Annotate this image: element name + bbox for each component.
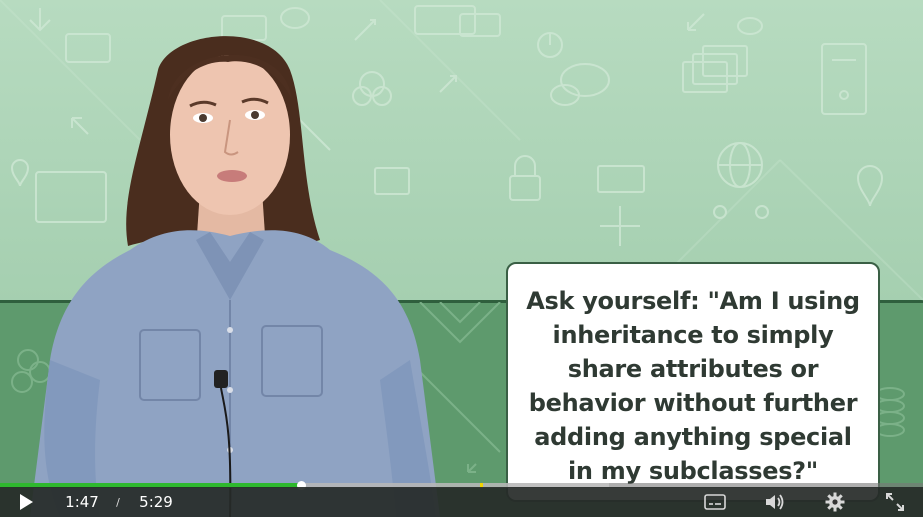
volume-icon xyxy=(766,494,784,510)
duration: 5:29 xyxy=(139,493,173,511)
play-button[interactable] xyxy=(10,487,42,517)
quote-line-1: Ask yourself: "Am I using xyxy=(526,287,860,315)
current-time-wrap: 1:47 xyxy=(62,487,102,517)
control-bar: 1:47 / 5:29 xyxy=(0,487,923,517)
captions-icon xyxy=(704,494,726,510)
quote-line-5: adding anything special xyxy=(534,423,852,451)
current-time: 1:47 xyxy=(65,493,99,511)
fullscreen-button[interactable] xyxy=(880,487,910,517)
play-icon xyxy=(20,494,33,510)
captions-button[interactable] xyxy=(700,487,730,517)
quote-card: Ask yourself: "Am I using inheritance to… xyxy=(506,262,880,502)
time-separator: / xyxy=(116,495,120,509)
duration-wrap: 5:29 xyxy=(136,487,176,517)
quote-line-4: behavior without further xyxy=(528,389,858,417)
gear-icon xyxy=(825,492,845,512)
settings-button[interactable] xyxy=(820,487,850,517)
fullscreen-icon xyxy=(886,493,904,511)
time-separator-wrap: / xyxy=(112,487,124,517)
video-player[interactable]: Ask yourself: "Am I using inheritance to… xyxy=(0,0,923,517)
volume-button[interactable] xyxy=(760,487,790,517)
quote-line-2: inheritance to simply xyxy=(552,321,834,349)
quote-line-3: share attributes or xyxy=(567,355,819,383)
